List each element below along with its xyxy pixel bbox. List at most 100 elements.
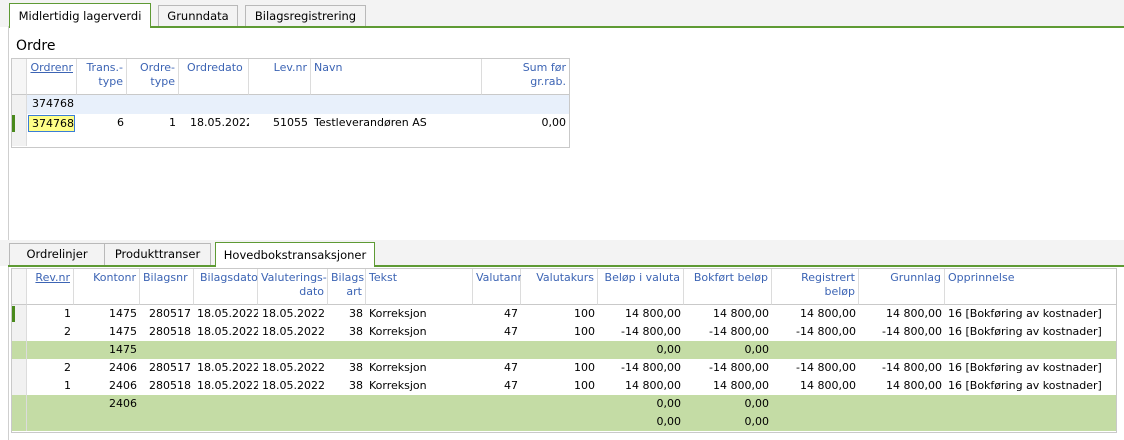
valutanr-cell: 47 bbox=[504, 307, 518, 320]
valutanr-cell: 47 bbox=[504, 325, 518, 338]
bilagsnr-cell: 280517 bbox=[149, 361, 191, 374]
revnr-cell: 2 bbox=[64, 325, 71, 338]
col-header-valutakurs[interactable]: Valutakurs bbox=[521, 269, 598, 305]
valuteringsdato-cell: 18.05.2022 bbox=[262, 379, 325, 392]
belop-valuta-cell: 0,00 bbox=[656, 397, 682, 410]
filter-row[interactable]: 374768 bbox=[12, 95, 569, 114]
sum-row[interactable]: 1475 0,00 0,00 bbox=[12, 341, 1116, 359]
belop-valuta-cell: 14 800,00 bbox=[625, 379, 681, 392]
col-header-ordre-type[interactable]: Ordre-type bbox=[127, 59, 179, 95]
ordredato-cell: 18.05.2022 bbox=[190, 116, 249, 129]
col-header-levnr[interactable]: Lev.nr bbox=[249, 59, 311, 95]
table-row[interactable]: 2 1475 280518 18.05.2022 18.05.2022 38 Korreks… bbox=[12, 323, 1116, 341]
sum-cell: 0,00 bbox=[541, 116, 567, 129]
opprinnelse-cell: 16 [Bokføring av kostnader] bbox=[948, 361, 1102, 374]
registrert-cell: 14 800,00 bbox=[800, 379, 856, 392]
current-row-marker bbox=[12, 115, 15, 132]
tekst-cell: Korreksjon bbox=[369, 361, 427, 374]
bokfort-cell: -14 800,00 bbox=[709, 325, 769, 338]
bilagsart-cell: 38 bbox=[349, 325, 363, 338]
tab-grunndata[interactable]: Grunndata bbox=[158, 5, 238, 27]
ordre-grid: Ordrenr Trans.- type Ordre-type Ordredato… bbox=[11, 58, 570, 148]
panel-border bbox=[8, 26, 9, 440]
bilagsdato-cell: 18.05.2022 bbox=[197, 307, 258, 320]
col-header-ordrenr[interactable]: Ordrenr bbox=[27, 59, 77, 95]
filter-ordrenr[interactable]: 374768 bbox=[27, 95, 77, 114]
opprinnelse-cell: 16 [Bokføring av kostnader] bbox=[948, 379, 1102, 392]
grunnlag-cell: 14 800,00 bbox=[886, 379, 942, 392]
ordrenr-cell[interactable]: 374768 bbox=[28, 115, 75, 132]
col-header-bilagsdato[interactable]: Bilagsdato bbox=[194, 269, 258, 305]
row-selector bbox=[12, 377, 27, 395]
valuteringsdato-cell: 18.05.2022 bbox=[262, 361, 325, 374]
opprinnelse-cell: 16 [Bokføring av kostnader] bbox=[948, 307, 1102, 320]
grunnlag-cell: 14 800,00 bbox=[886, 307, 942, 320]
bilagsnr-cell: 280518 bbox=[149, 379, 191, 392]
kontonr-cell: 1475 bbox=[109, 325, 137, 338]
ordre-section-title: Ordre bbox=[16, 38, 56, 54]
col-header-opprinnelse[interactable]: Opprinnelse bbox=[945, 269, 1116, 305]
col-header-tekst[interactable]: Tekst bbox=[366, 269, 473, 305]
col-header-revnr[interactable]: Rev.nr bbox=[27, 269, 74, 305]
valutakurs-cell: 100 bbox=[574, 325, 595, 338]
bilagsnr-cell: 280518 bbox=[149, 325, 191, 338]
ordre-row[interactable]: 374768 6 1 18.05.2022 51055 Testleverand… bbox=[12, 114, 569, 133]
tekst-cell: Korreksjon bbox=[369, 325, 427, 338]
col-header-bilagsart[interactable]: Bilags art bbox=[328, 269, 366, 305]
sum-row[interactable]: 0,00 0,00 bbox=[12, 413, 1116, 431]
col-header-ordredato[interactable]: Ordredato bbox=[179, 59, 249, 95]
col-header-bokfort[interactable]: Bokført beløp bbox=[684, 269, 772, 305]
col-header-belop-valuta[interactable]: Beløp i valuta bbox=[598, 269, 684, 305]
kontonr-cell: 2406 bbox=[109, 397, 137, 410]
bilagsdato-cell: 18.05.2022 bbox=[197, 361, 258, 374]
revnr-cell: 1 bbox=[64, 379, 71, 392]
bokfort-cell: 14 800,00 bbox=[713, 307, 769, 320]
levnr-cell: 51055 bbox=[273, 116, 308, 129]
table-row[interactable]: 1 2406 280518 18.05.2022 18.05.2022 38 Korreks… bbox=[12, 377, 1116, 395]
col-header-valuteringsdato[interactable]: Valuterings-dato bbox=[258, 269, 328, 305]
current-row-marker bbox=[12, 306, 15, 322]
registrert-cell: -14 800,00 bbox=[796, 361, 856, 374]
belop-valuta-cell: 0,00 bbox=[656, 415, 682, 428]
bilagsart-cell: 38 bbox=[349, 379, 363, 392]
revnr-cell: 1 bbox=[64, 307, 71, 320]
tab-bilagsregistrering[interactable]: Bilagsregistrering bbox=[245, 5, 366, 27]
table-row[interactable]: 1 1475 280517 18.05.2022 18.05.2022 38 Korreks… bbox=[12, 305, 1116, 323]
row-selector bbox=[12, 413, 27, 431]
navn-cell: Testleverandøren AS bbox=[314, 116, 427, 129]
bokfort-cell: 0,00 bbox=[744, 397, 770, 410]
valuteringsdato-cell: 18.05.2022 bbox=[262, 325, 325, 338]
col-header-valutanr[interactable]: Valutanr bbox=[473, 269, 522, 305]
tekst-cell: Korreksjon bbox=[369, 379, 427, 392]
tab-produkttranser[interactable]: Produkttranser bbox=[104, 243, 211, 265]
col-header-kontonr[interactable]: Kontonr bbox=[74, 269, 140, 305]
kontonr-cell: 1475 bbox=[109, 307, 137, 320]
belop-valuta-cell: -14 800,00 bbox=[621, 361, 681, 374]
col-header-sum[interactable]: Sum før gr.rab. bbox=[482, 59, 569, 95]
grunnlag-cell: -14 800,00 bbox=[882, 325, 942, 338]
col-header-grunnlag[interactable]: Grunnlag bbox=[859, 269, 945, 305]
col-header-registrert[interactable]: Registrert beløp bbox=[772, 269, 859, 305]
valutakurs-cell: 100 bbox=[574, 307, 595, 320]
col-header-trans-type[interactable]: Trans.- type bbox=[77, 59, 127, 95]
table-row[interactable]: 2 2406 280517 18.05.2022 18.05.2022 38 Korreks… bbox=[12, 359, 1116, 377]
bilagsart-cell: 38 bbox=[349, 361, 363, 374]
registrert-cell: 14 800,00 bbox=[800, 307, 856, 320]
kontonr-cell: 2406 bbox=[109, 379, 137, 392]
sum-row[interactable]: 2406 0,00 0,00 bbox=[12, 395, 1116, 413]
registrert-cell: -14 800,00 bbox=[796, 325, 856, 338]
col-header-navn[interactable]: Navn bbox=[311, 59, 482, 95]
kontonr-cell: 2406 bbox=[109, 361, 137, 374]
belop-valuta-cell: -14 800,00 bbox=[621, 325, 681, 338]
tab-ordrelinjer[interactable]: Ordrelinjer bbox=[9, 243, 105, 265]
row-selector bbox=[12, 395, 27, 413]
tab-hovedbokstransaksjoner[interactable]: Hovedbokstransaksjoner bbox=[215, 242, 375, 267]
transaksjoner-grid: Rev.nr Kontonr Bilagsnr Bilagsdato Valut… bbox=[11, 268, 1117, 433]
valutanr-cell: 47 bbox=[504, 361, 518, 374]
tekst-cell: Korreksjon bbox=[369, 307, 427, 320]
valuteringsdato-cell: 18.05.2022 bbox=[262, 307, 325, 320]
tab-midlertidig-lagerverdi[interactable]: Midlertidig lagerverdi bbox=[9, 3, 151, 28]
col-header-bilagsnr[interactable]: Bilagsnr bbox=[140, 269, 194, 305]
tab-underline bbox=[150, 26, 1124, 28]
row-selector bbox=[12, 95, 27, 114]
